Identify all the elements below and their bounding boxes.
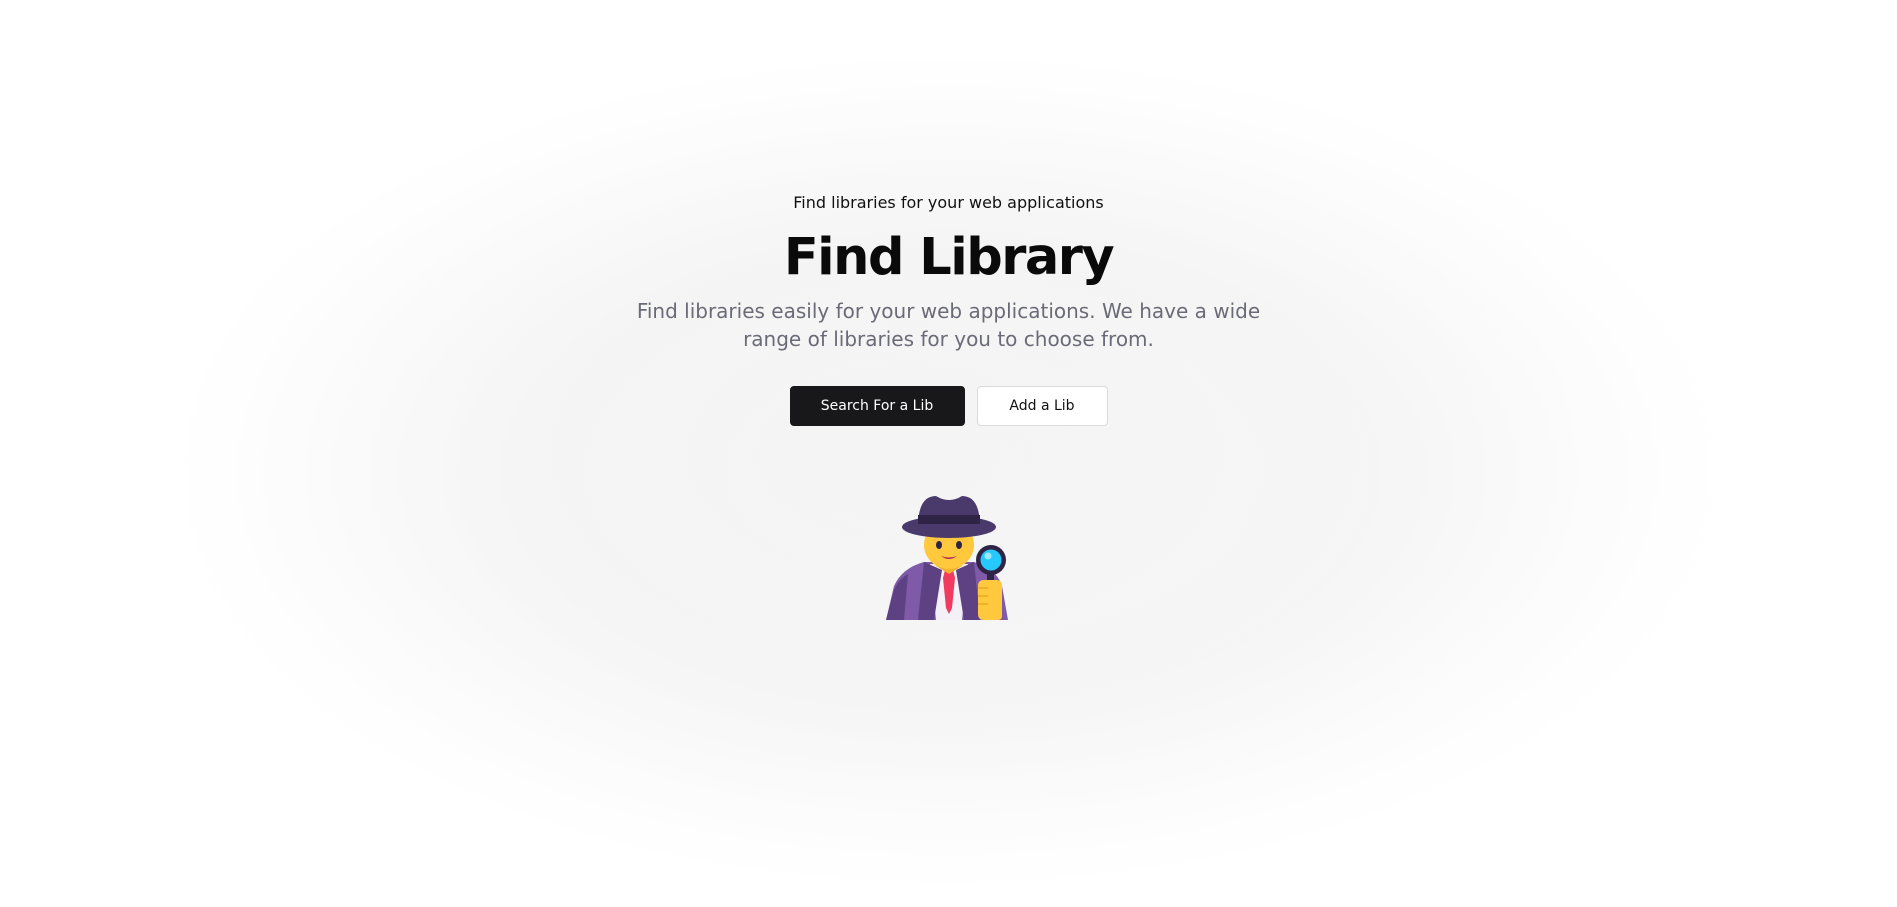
search-for-a-lib-button[interactable]: Search For a Lib — [789, 386, 965, 426]
hero-section: Find libraries for your web applications… — [0, 188, 1897, 620]
hero-actions: Search For a Lib Add a Lib — [789, 386, 1108, 426]
detective-emoji-icon — [884, 490, 1014, 620]
hero-description: Find libraries easily for your web appli… — [636, 299, 1261, 351]
page-title: Find Library — [783, 228, 1115, 287]
add-a-lib-button[interactable]: Add a Lib — [976, 386, 1108, 426]
hero-eyebrow: Find libraries for your web applications — [793, 193, 1104, 212]
